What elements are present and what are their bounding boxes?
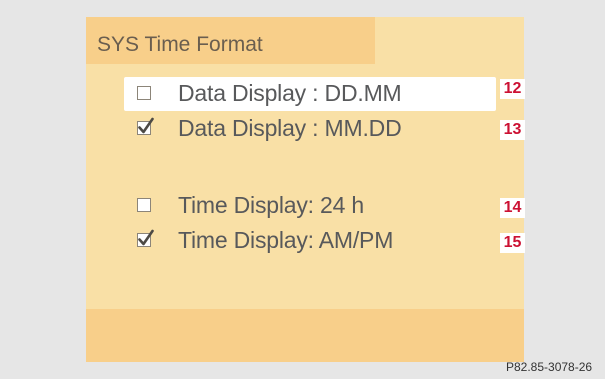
option-label: Data Display : DD.MM <box>178 80 402 106</box>
title-bar: SYS Time Format <box>86 17 375 64</box>
option-label: Data Display : MM.DD <box>178 115 402 141</box>
option-date-mmdd[interactable]: Data Display : MM.DD <box>86 112 524 146</box>
menu-title: SYS Time Format <box>97 33 263 56</box>
option-label: Time Display: AM/PM <box>178 227 394 253</box>
display-screen: SYS Time Format Data Display : DD.MM Dat… <box>86 17 524 362</box>
checkbox-unchecked[interactable] <box>137 86 151 100</box>
checkbox-unchecked[interactable] <box>137 198 151 212</box>
footer-bar <box>86 309 524 362</box>
checkbox-checked[interactable] <box>137 229 154 247</box>
checkmark-icon <box>138 229 154 246</box>
callout-number: 13 <box>500 120 525 140</box>
callout-number: 12 <box>500 79 525 99</box>
option-label: Time Display: 24 h <box>178 192 365 218</box>
checkmark-icon <box>138 117 154 134</box>
option-time-ampm[interactable]: Time Display: AM/PM <box>86 224 524 258</box>
option-date-ddmm[interactable]: Data Display : DD.MM <box>86 77 524 111</box>
figure-reference: P82.85-3078-26 <box>506 360 593 374</box>
option-time-24h[interactable]: Time Display: 24 h <box>86 189 524 223</box>
callout-number: 15 <box>500 233 525 253</box>
callout-number: 14 <box>500 198 525 218</box>
checkbox-checked[interactable] <box>137 117 154 135</box>
